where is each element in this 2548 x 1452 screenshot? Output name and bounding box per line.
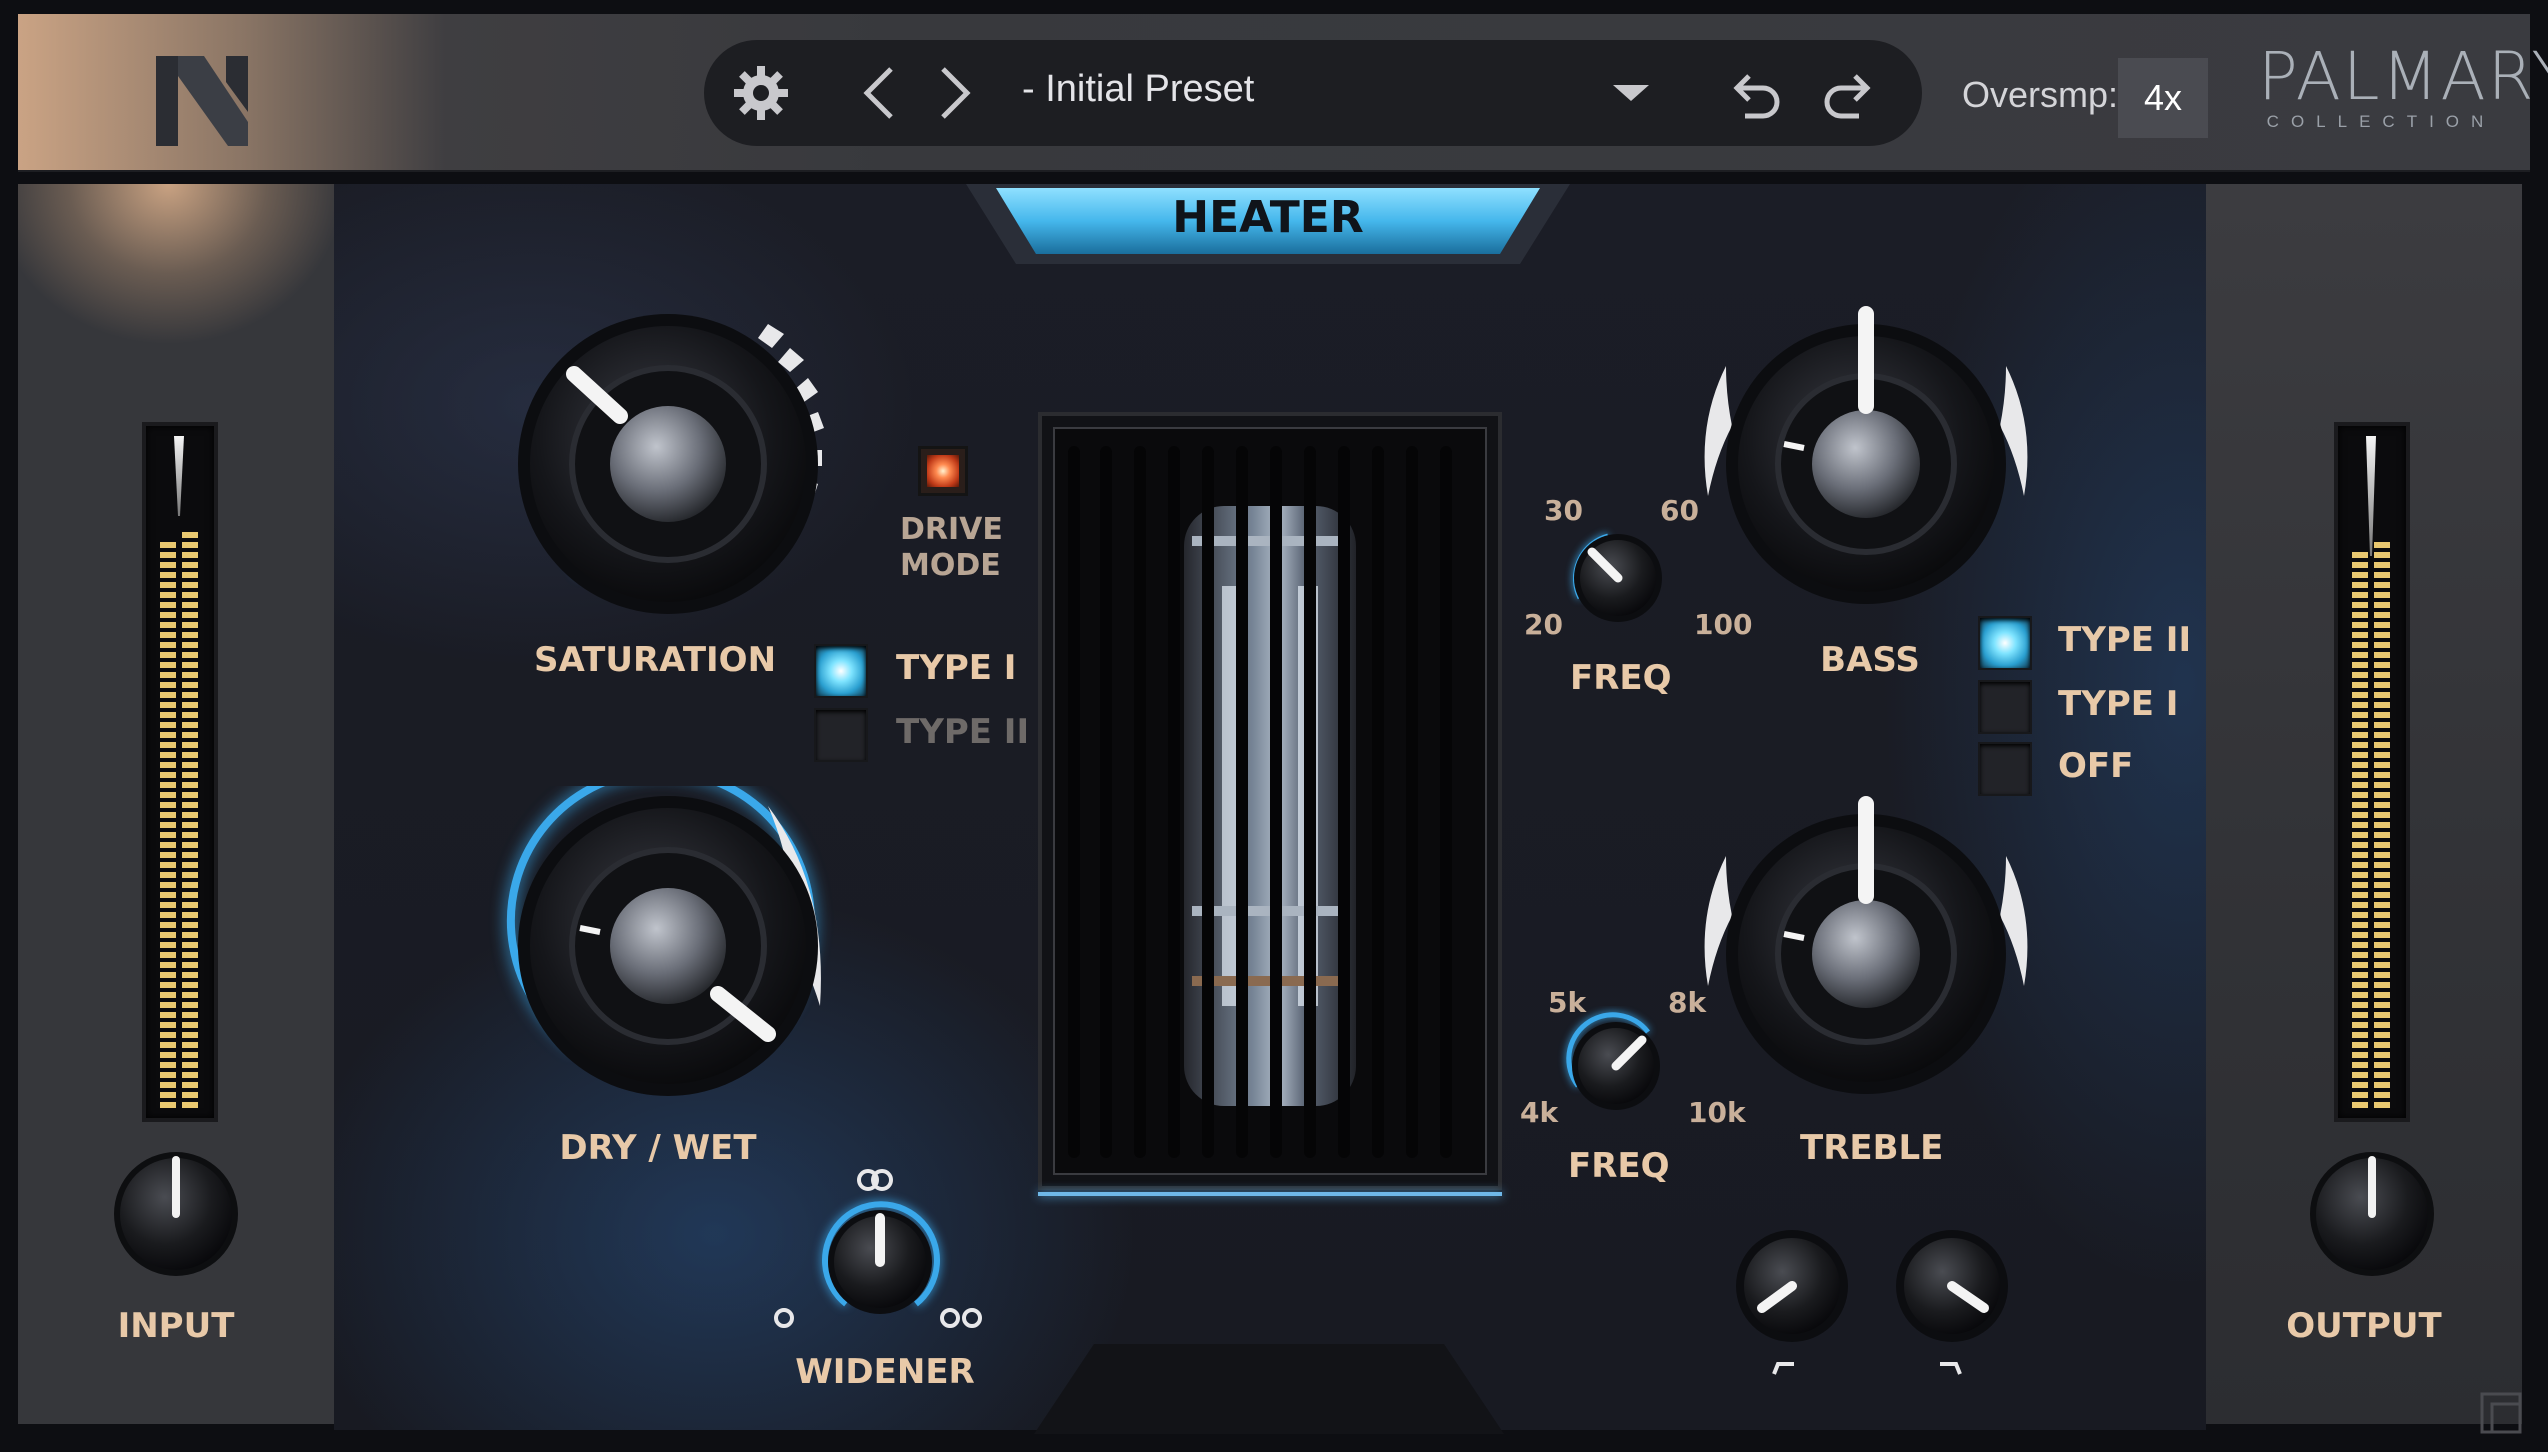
vacuum-tube-icon (1053, 427, 1487, 1175)
bass-freq-label: FREQ (1570, 658, 1672, 698)
input-peak-marker (174, 436, 184, 516)
output-peak-marker (2366, 436, 2376, 556)
input-level-meter (142, 422, 218, 1122)
treble-knob[interactable] (1686, 786, 2046, 1126)
brand-sub: COLLECTION (2266, 112, 2496, 131)
main-panel: HEATER SATURATION DRIVE MODE TYPE I TYPE… (334, 184, 2206, 1434)
input-meter-right (182, 530, 198, 1108)
tube-base (1034, 1344, 1504, 1434)
bass-freq-knob[interactable] (1558, 518, 1678, 638)
dry-wet-knob[interactable] (468, 786, 848, 1146)
drive-type-ii-label: TYPE II (896, 712, 1030, 752)
input-panel: INPUT (18, 184, 334, 1424)
palmary-collection-logo: PALMARY COLLECTION (2258, 38, 2548, 132)
drive-mode-line1: DRIVE (900, 512, 1003, 547)
widener-label: WIDENER (795, 1352, 975, 1392)
tube-display (1038, 412, 1502, 1196)
resize-handle-icon[interactable] (2476, 1388, 2526, 1438)
drive-mode-led[interactable] (918, 446, 968, 496)
brand-name: PALMARY (2258, 38, 2548, 115)
redo-icon[interactable] (1816, 62, 1876, 124)
treble-freq-4k: 4k (1520, 1096, 1559, 1129)
input-meter-left (160, 540, 176, 1108)
undo-icon[interactable] (1728, 62, 1788, 124)
drive-type-i-button[interactable] (814, 644, 868, 698)
preset-name[interactable]: - Initial Preset (1022, 68, 1254, 111)
saturation-label: SATURATION (534, 640, 777, 680)
low-cut-icon (1772, 1362, 1794, 1375)
preset-bar: - Initial Preset (704, 40, 1922, 146)
output-meter-left (2352, 552, 2368, 1108)
oversampling-label: Oversmp: (1962, 74, 2119, 115)
caret-down-icon[interactable] (1606, 62, 1656, 124)
bass-type-ii-button[interactable] (1978, 616, 2032, 670)
chevron-right-icon[interactable] (930, 62, 980, 124)
input-knob[interactable] (106, 1144, 246, 1284)
high-cut-icon (1940, 1362, 1962, 1375)
treble-label: TREBLE (1800, 1128, 1944, 1168)
oversampling-selector[interactable]: 4x (2118, 58, 2208, 138)
low-cut-knob[interactable] (1730, 1224, 1860, 1384)
output-knob[interactable] (2302, 1144, 2442, 1284)
widener-knob[interactable] (766, 1164, 1006, 1364)
plugin-title: HEATER (1172, 192, 1364, 243)
output-label: OUTPUT (2286, 1306, 2442, 1346)
dry-wet-label: DRY / WET (559, 1128, 757, 1168)
bass-type-i-button[interactable] (1978, 680, 2032, 734)
bass-off-label: OFF (2058, 746, 2134, 786)
tube-window-glow (1038, 1192, 1502, 1196)
treble-freq-knob[interactable] (1556, 1006, 1676, 1126)
header-bar: N (18, 14, 2548, 172)
high-cut-knob[interactable] (1890, 1224, 2020, 1384)
output-meter-right (2374, 542, 2390, 1108)
svg-text:N: N (138, 42, 150, 46)
bass-type-i-label: TYPE I (2058, 684, 2179, 724)
output-level-meter (2334, 422, 2410, 1122)
heater-plugin-window: N (0, 0, 2548, 1452)
input-label: INPUT (117, 1306, 235, 1346)
output-panel: OUTPUT (2206, 184, 2522, 1424)
gear-icon[interactable] (726, 62, 796, 124)
bass-label: BASS (1820, 640, 1920, 680)
chevron-left-icon[interactable] (854, 62, 904, 124)
drive-type-i-label: TYPE I (896, 648, 1017, 688)
drive-type-ii-button[interactable] (814, 708, 868, 762)
treble-freq-label: FREQ (1568, 1146, 1670, 1186)
bass-type-ii-label: TYPE II (2058, 620, 2192, 660)
saturation-knob[interactable] (468, 304, 848, 664)
n-logo-icon: N (138, 42, 248, 146)
drive-mode-line2: MODE (900, 548, 1001, 583)
bass-knob[interactable] (1686, 296, 2046, 636)
